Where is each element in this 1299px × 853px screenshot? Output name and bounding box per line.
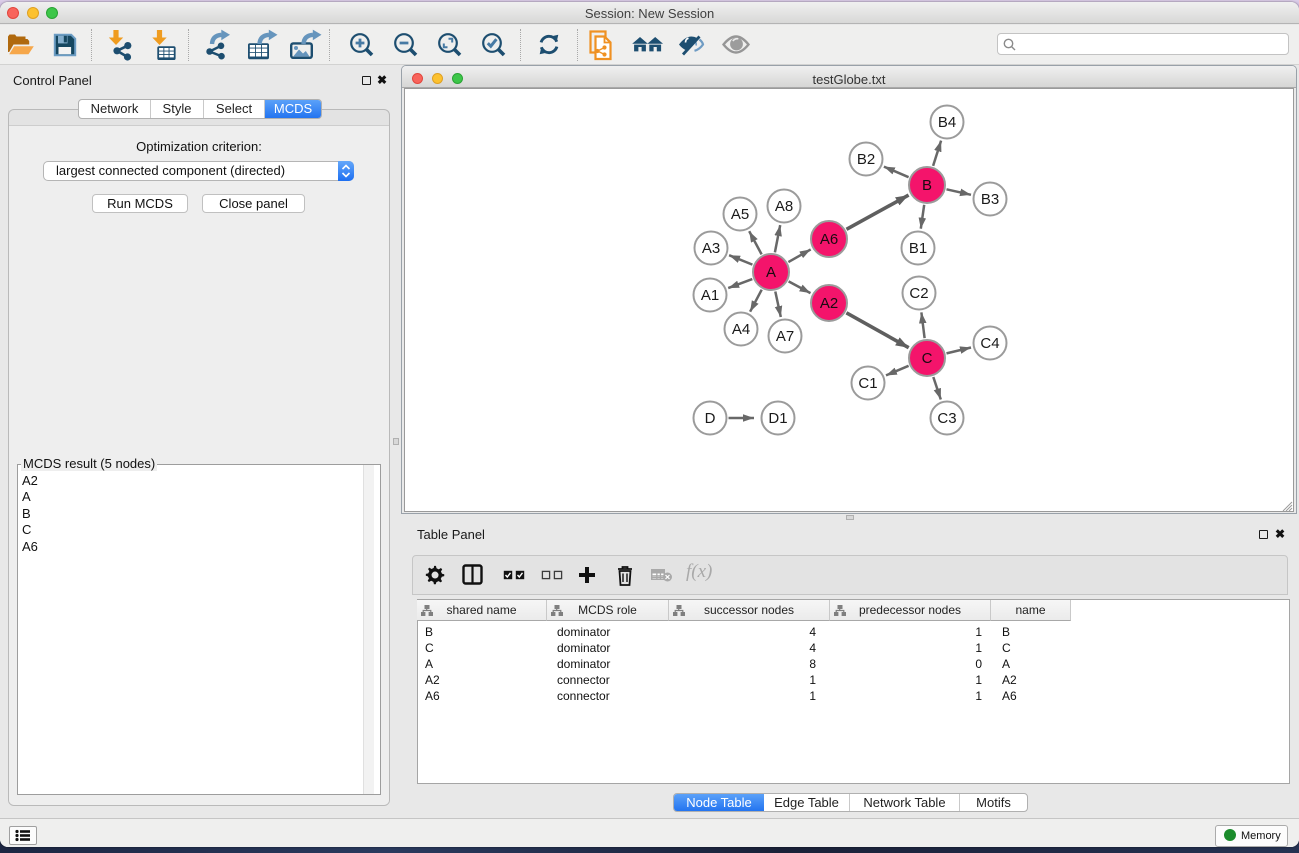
svg-text:C4: C4 bbox=[980, 335, 999, 352]
svg-text:B4: B4 bbox=[938, 114, 956, 131]
svg-text:C3: C3 bbox=[937, 410, 956, 427]
svg-text:C1: C1 bbox=[858, 375, 877, 392]
svg-text:A8: A8 bbox=[775, 198, 793, 215]
svg-text:A5: A5 bbox=[731, 206, 749, 223]
svg-text:D1: D1 bbox=[768, 410, 787, 427]
svg-text:A1: A1 bbox=[701, 287, 719, 304]
svg-text:A2: A2 bbox=[820, 295, 838, 312]
svg-text:B3: B3 bbox=[981, 191, 999, 208]
svg-text:C2: C2 bbox=[909, 285, 928, 302]
svg-text:C: C bbox=[922, 350, 933, 367]
svg-text:B2: B2 bbox=[857, 151, 875, 168]
svg-text:A6: A6 bbox=[820, 231, 838, 248]
svg-text:B: B bbox=[922, 177, 932, 194]
svg-text:A: A bbox=[766, 264, 776, 281]
svg-text:B1: B1 bbox=[909, 240, 927, 257]
svg-text:A7: A7 bbox=[776, 328, 794, 345]
svg-text:D: D bbox=[705, 410, 716, 427]
svg-text:A3: A3 bbox=[702, 240, 720, 257]
svg-text:A4: A4 bbox=[732, 321, 750, 338]
